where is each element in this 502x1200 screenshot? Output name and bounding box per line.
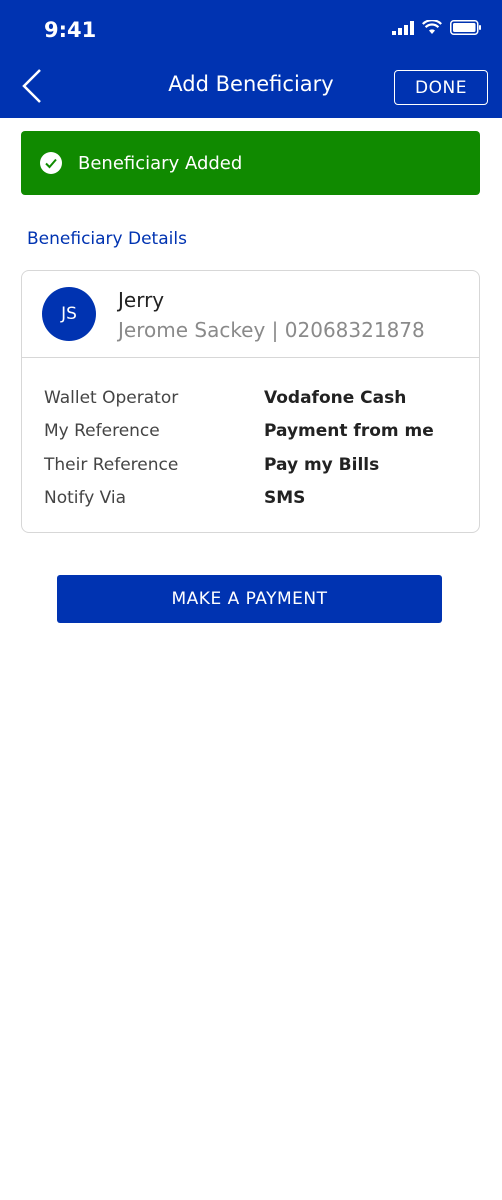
signal-icon — [392, 20, 414, 35]
banner-text: Beneficiary Added — [78, 152, 243, 174]
detail-row-their-reference: Their Reference Pay my Bills — [44, 448, 469, 482]
success-banner: Beneficiary Added — [21, 131, 480, 195]
detail-value: SMS — [264, 488, 306, 509]
status-icons — [392, 20, 482, 35]
beneficiary-card: JS Jerry Jerome Sackey | 02068321878 Wal… — [21, 270, 480, 533]
beneficiary-nickname: Jerry — [118, 288, 165, 312]
app-header: 9:41 Add Beneficiary DONE — [0, 0, 502, 118]
detail-label: Notify Via — [44, 488, 127, 509]
done-button[interactable]: DONE — [394, 70, 488, 105]
detail-value: Vodafone Cash — [264, 387, 407, 408]
status-time: 9:41 — [44, 18, 97, 42]
detail-value: Pay my Bills — [264, 454, 380, 475]
wifi-icon — [422, 20, 442, 34]
divider — [22, 357, 479, 358]
battery-icon — [450, 20, 481, 35]
detail-rows: Wallet Operator Vodafone Cash My Referen… — [44, 381, 469, 515]
detail-row-wallet-operator: Wallet Operator Vodafone Cash — [44, 381, 469, 415]
detail-label: Wallet Operator — [44, 387, 179, 408]
detail-value: Payment from me — [264, 421, 434, 442]
beneficiary-name-phone: Jerome Sackey | 02068321878 — [118, 318, 425, 342]
detail-row-notify-via: Notify Via SMS — [44, 482, 469, 516]
detail-label: Their Reference — [44, 454, 179, 475]
make-payment-button[interactable]: MAKE A PAYMENT — [57, 575, 442, 623]
detail-label: My Reference — [44, 421, 160, 442]
detail-row-my-reference: My Reference Payment from me — [44, 415, 469, 449]
check-circle-icon — [40, 152, 62, 174]
avatar: JS — [42, 287, 96, 341]
section-title: Beneficiary Details — [27, 229, 187, 249]
